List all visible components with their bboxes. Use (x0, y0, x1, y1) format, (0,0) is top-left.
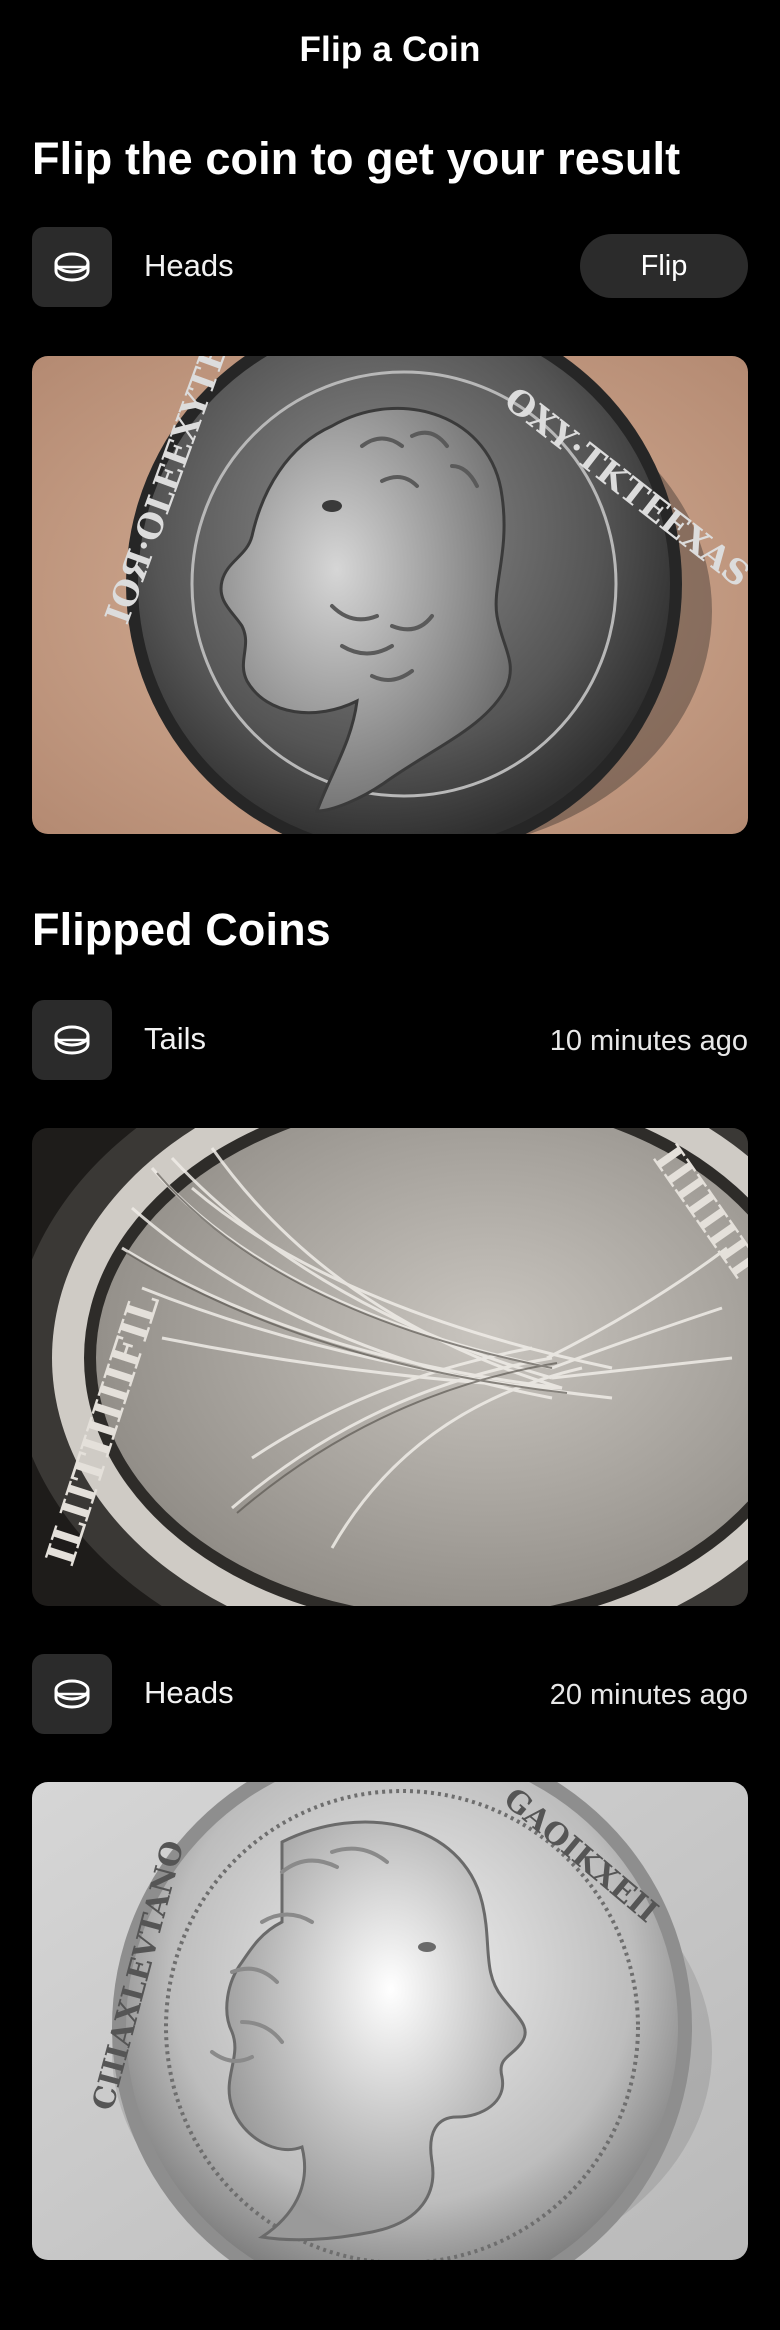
history-item: Heads 20 minutes ago (32, 1654, 748, 1734)
current-result-row: Heads Flip (32, 227, 748, 307)
flip-button[interactable]: Flip (580, 234, 748, 298)
coin-icon (32, 227, 112, 307)
heads-coin-image: IOЯ·OLEEXYTE OXY·TKTEEXAS (32, 356, 748, 834)
history-item-time: 10 minutes ago (549, 1025, 748, 1057)
history-heading: Flipped Coins (32, 904, 331, 955)
app-screen: Flip a Coin Flip the coin to get your re… (0, 0, 780, 2330)
heads-coin-image: CIIIAXLEVTANO GAOIKXEII (32, 1782, 748, 2260)
coin-icon (32, 1000, 112, 1080)
current-coin-image: IOЯ·OLEEXYTE OXY·TKTEEXAS (32, 356, 748, 834)
history-coin-image: ILIITIIIIIFIL IIIIIIII (32, 1128, 748, 1606)
page-heading: Flip the coin to get your result (32, 133, 681, 184)
history-item-time: 20 minutes ago (549, 1679, 748, 1711)
history-item-result: Heads (144, 1675, 234, 1710)
tails-coin-image: ILIITIIIIIFIL IIIIIIII (32, 1128, 748, 1606)
history-coin-image: CIIIAXLEVTANO GAOIKXEII (32, 1782, 748, 2260)
history-item: Tails 10 minutes ago (32, 1000, 748, 1080)
current-result-label: Heads (144, 248, 234, 283)
app-title: Flip a Coin (299, 30, 481, 69)
coin-icon (32, 1654, 112, 1734)
history-item-result: Tails (144, 1021, 207, 1056)
